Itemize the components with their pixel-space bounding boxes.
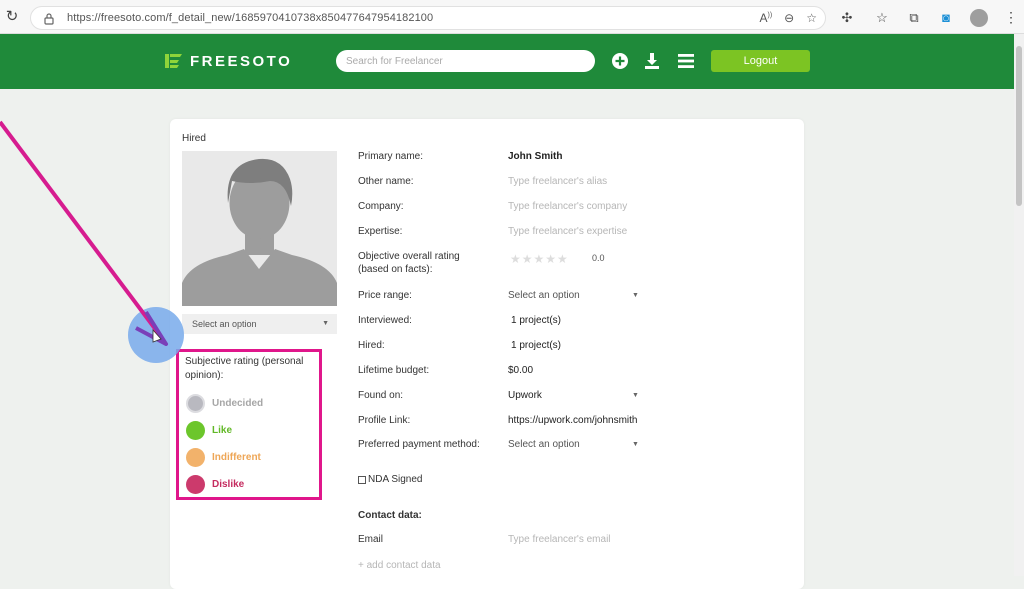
extensions-icon[interactable]: ✣ <box>839 10 855 26</box>
expertise-label: Expertise: <box>358 226 403 237</box>
interviewed-value: 1 project(s) <box>511 315 562 326</box>
logo-text: FREESOTO <box>190 52 293 70</box>
menu-icon[interactable] <box>676 51 696 71</box>
contact-data-heading: Contact data: <box>358 510 422 521</box>
rating-option-dislike[interactable]: Dislike <box>186 475 244 494</box>
chevron-down-icon: ▼ <box>632 441 639 448</box>
logo[interactable]: FREESOTO <box>162 52 292 70</box>
price-range-select[interactable]: Select an option <box>508 290 580 301</box>
profile-avatar-icon[interactable] <box>970 9 988 27</box>
logo-icon <box>165 54 182 68</box>
dislike-label: Dislike <box>212 479 245 490</box>
scrollbar[interactable] <box>1014 34 1024 576</box>
read-aloud-icon[interactable]: A)) <box>759 11 772 25</box>
undecided-label: Undecided <box>212 398 264 409</box>
chevron-down-icon: ▼ <box>632 392 639 399</box>
rating-option-like[interactable]: Like <box>186 421 232 440</box>
expertise-input[interactable]: Type freelancer's expertise <box>508 226 627 237</box>
payment-method-select[interactable]: Select an option <box>508 439 580 450</box>
more-menu-icon[interactable]: ⋮ <box>1004 7 1018 27</box>
objective-rating-label: Objective overall rating <box>358 251 460 262</box>
payment-method-label: Preferred payment method: <box>358 439 480 450</box>
indifferent-label: Indifferent <box>212 452 261 463</box>
like-dot-icon <box>186 421 205 440</box>
undecided-dot-icon <box>186 394 205 413</box>
lock-icon <box>44 13 54 25</box>
profile-link-label: Profile Link: <box>358 415 411 426</box>
search-input[interactable] <box>336 50 595 72</box>
download-icon[interactable] <box>642 51 662 71</box>
collections-icon[interactable]: ⧉ <box>906 10 922 26</box>
email-label: Email <box>358 534 384 545</box>
browser-toolbar: ↻ https://freesoto.com/f_detail_new/1685… <box>0 0 1024 34</box>
url-text[interactable]: https://freesoto.com/f_detail_new/168597… <box>67 12 433 24</box>
add-icon[interactable] <box>610 51 630 71</box>
company-input[interactable]: Type freelancer's company <box>508 201 627 212</box>
email-input[interactable]: Type freelancer's email <box>508 534 611 545</box>
other-name-label: Other name: <box>358 176 414 187</box>
nda-checkbox[interactable] <box>358 475 366 484</box>
rating-option-undecided[interactable]: Undecided <box>186 394 263 413</box>
status-select-value: Select an option <box>192 319 257 329</box>
subjective-rating-panel: Subjective rating (personal opinion): Un… <box>176 349 322 500</box>
price-range-label: Price range: <box>358 290 412 301</box>
chevron-down-icon: ▼ <box>632 292 639 299</box>
company-label: Company: <box>358 201 404 212</box>
site-header: FREESOTO Logout <box>0 34 1014 89</box>
subjective-rating-title: Subjective rating (personal opinion): <box>185 356 304 381</box>
found-on-select[interactable]: Upwork <box>508 390 542 401</box>
status-label: Hired <box>182 133 206 144</box>
scroll-thumb[interactable] <box>1016 46 1022 206</box>
hired-value: 1 project(s) <box>511 340 562 351</box>
nda-label: NDA Signed <box>368 474 423 485</box>
lifetime-budget-value: $0.00 <box>508 365 534 376</box>
primary-name-label: Primary name: <box>358 151 424 162</box>
like-label: Like <box>212 425 233 436</box>
chevron-down-icon: ▼ <box>322 320 329 327</box>
other-name-input[interactable]: Type freelancer's alias <box>508 176 607 187</box>
cursor-highlight <box>128 307 184 363</box>
lifetime-budget-label: Lifetime budget: <box>358 365 430 376</box>
status-select[interactable]: Select an option ▼ <box>182 314 337 334</box>
dislike-dot-icon <box>186 475 205 494</box>
favorites-icon[interactable]: ☆ <box>874 10 890 26</box>
found-on-label: Found on: <box>358 390 404 401</box>
rating-stars: ★★★★★ <box>510 252 569 266</box>
interviewed-label: Interviewed: <box>358 315 412 326</box>
rating-value: 0.0 <box>592 253 605 263</box>
reload-icon[interactable]: ↻ <box>4 9 20 25</box>
favorite-star-icon[interactable]: ☆ <box>806 11 817 25</box>
hired-label: Hired: <box>358 340 385 351</box>
freelancer-photo[interactable] <box>182 151 337 306</box>
person-placeholder-icon <box>182 151 337 306</box>
zoom-icon[interactable]: ⊖ <box>784 11 794 25</box>
objective-rating-label-2: (based on facts): <box>358 264 433 275</box>
add-contact-link[interactable]: + add contact data <box>358 560 441 571</box>
edge-icon[interactable]: ◙ <box>938 10 954 26</box>
address-bar[interactable]: https://freesoto.com/f_detail_new/168597… <box>30 6 826 30</box>
profile-link-value[interactable]: https://upwork.com/johnsmith <box>508 415 638 426</box>
rating-option-indifferent[interactable]: Indifferent <box>186 448 261 467</box>
logout-button[interactable]: Logout <box>711 50 810 72</box>
indifferent-dot-icon <box>186 448 205 467</box>
primary-name-value[interactable]: John Smith <box>508 151 562 162</box>
